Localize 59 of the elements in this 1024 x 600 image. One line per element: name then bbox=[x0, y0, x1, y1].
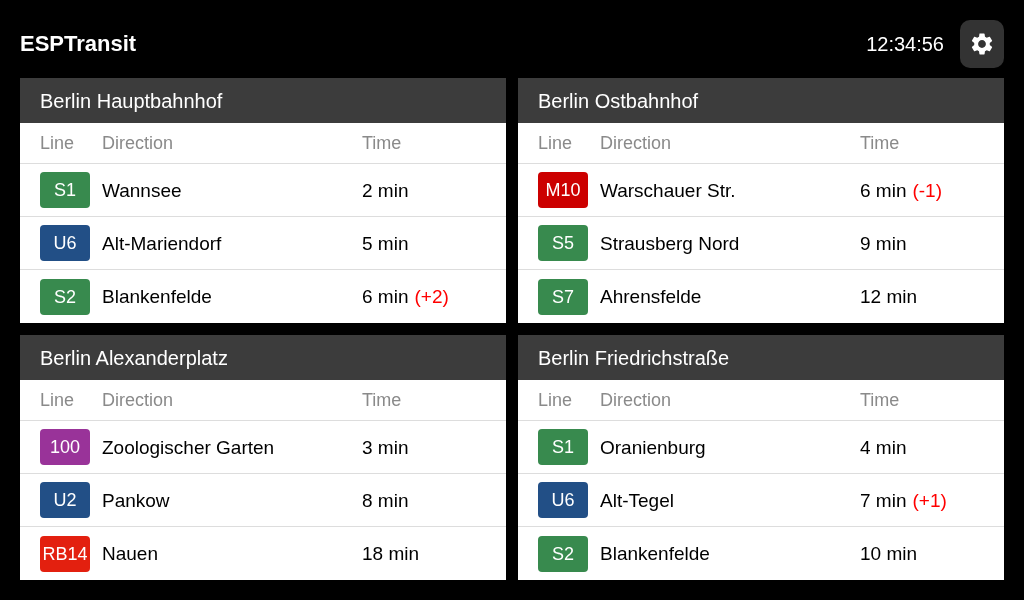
line-badge: 100 bbox=[40, 429, 90, 465]
time-text: 2 min bbox=[362, 180, 409, 200]
line-badge: S2 bbox=[40, 278, 90, 315]
time-text: 8 min bbox=[362, 490, 409, 510]
direction-text: Alt-Mariendorf bbox=[102, 233, 223, 253]
direction-text: Ahrensfelde bbox=[600, 287, 703, 306]
column-header: Line bbox=[40, 391, 76, 409]
direction-text: Zoologischer Garten bbox=[102, 437, 276, 457]
clock-text: 12:34:56 bbox=[866, 34, 944, 54]
line-badge: U2 bbox=[40, 482, 90, 518]
line-badge: U6 bbox=[538, 482, 588, 518]
column-header: Time bbox=[860, 134, 901, 152]
direction-text: Oranienburg bbox=[600, 437, 707, 457]
column-header: Line bbox=[538, 391, 574, 409]
line-badge: S1 bbox=[538, 429, 588, 465]
time-text: 6 min bbox=[860, 180, 907, 200]
time-text: 18 min bbox=[362, 544, 420, 563]
column-header: Line bbox=[538, 134, 574, 152]
direction-text: Strausberg Nord bbox=[600, 233, 741, 253]
column-header: Direction bbox=[102, 391, 175, 409]
time-text: 12 min bbox=[860, 287, 918, 306]
line-badge: S2 bbox=[538, 535, 588, 572]
column-header: Direction bbox=[102, 134, 175, 152]
time-text: 6 min bbox=[362, 287, 409, 306]
direction-text: Nauen bbox=[102, 544, 159, 563]
line-badge: S7 bbox=[538, 278, 588, 315]
time-text: 4 min bbox=[860, 437, 907, 457]
time-text: 3 min bbox=[362, 437, 409, 457]
station-name: Berlin Hauptbahnhof bbox=[40, 90, 223, 111]
settings-icon bbox=[969, 31, 995, 57]
column-header: Time bbox=[362, 134, 403, 152]
direction-text: Pankow bbox=[102, 490, 171, 510]
line-badge: S5 bbox=[538, 225, 588, 261]
settings-button[interactable] bbox=[960, 20, 1004, 68]
delay-text: (-1) bbox=[912, 180, 943, 200]
station-name: Berlin Alexanderplatz bbox=[40, 347, 228, 368]
time-text: 7 min bbox=[860, 490, 907, 510]
delay-text: (+1) bbox=[912, 490, 947, 510]
column-header: Direction bbox=[600, 134, 673, 152]
time-text: 9 min bbox=[860, 233, 907, 253]
station-name: Berlin Ostbahnhof bbox=[538, 90, 699, 111]
delay-text: (+2) bbox=[414, 287, 449, 306]
direction-text: Wannsee bbox=[102, 180, 183, 200]
app-title: ESPTransit bbox=[20, 33, 137, 55]
line-badge: M10 bbox=[538, 172, 588, 208]
direction-text: Blankenfelde bbox=[600, 544, 711, 563]
station-name: Berlin Friedrichstraße bbox=[538, 347, 730, 368]
column-header: Line bbox=[40, 134, 76, 152]
direction-text: Warschauer Str. bbox=[600, 180, 737, 200]
time-text: 5 min bbox=[362, 233, 409, 253]
direction-text: Blankenfelde bbox=[102, 287, 213, 306]
direction-text: Alt-Tegel bbox=[600, 490, 675, 510]
column-header: Time bbox=[362, 391, 403, 409]
time-text: 10 min bbox=[860, 544, 918, 563]
column-header: Time bbox=[860, 391, 901, 409]
line-badge: RB14 bbox=[40, 535, 90, 572]
line-badge: S1 bbox=[40, 172, 90, 208]
line-badge: U6 bbox=[40, 225, 90, 261]
column-header: Direction bbox=[600, 391, 673, 409]
